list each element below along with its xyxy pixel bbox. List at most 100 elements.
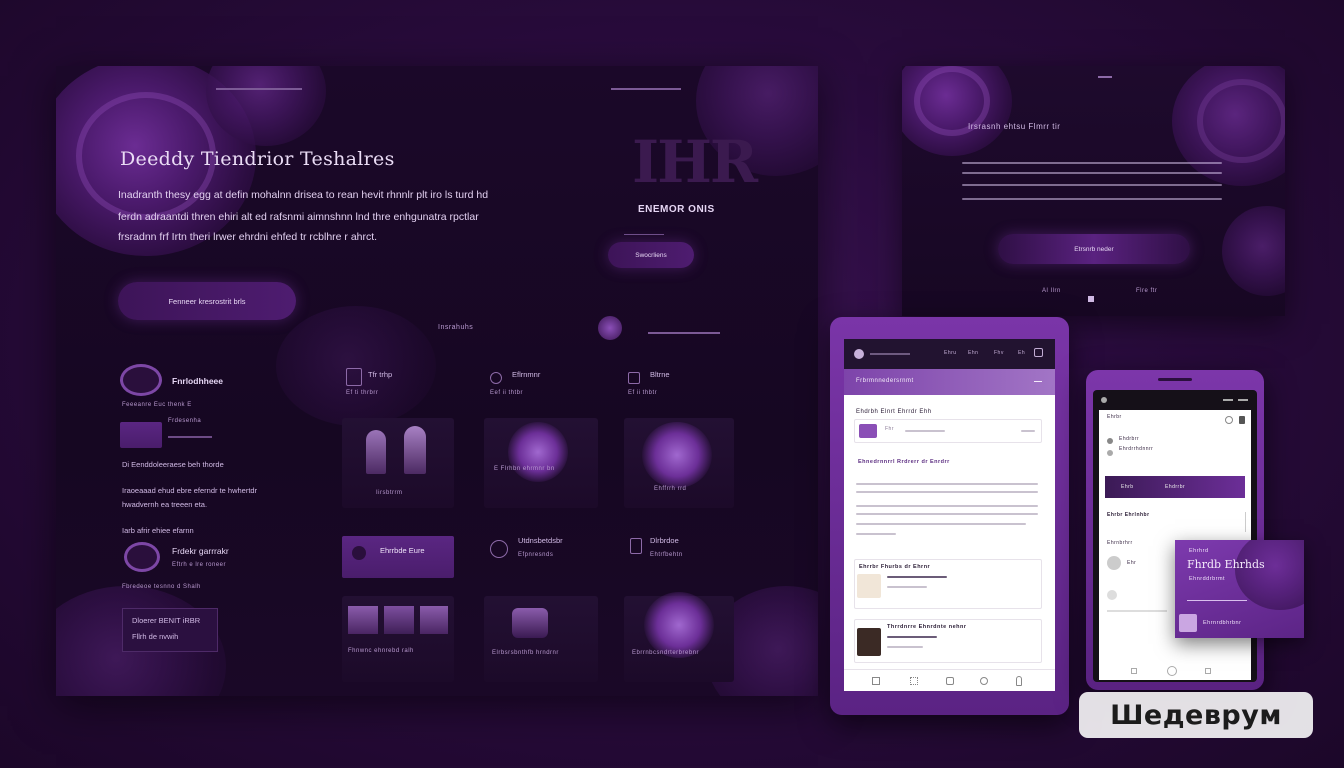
profile-badge-box[interactable] (120, 422, 162, 448)
screen-footer-right[interactable]: Flre ftr (1136, 288, 1157, 294)
feature-sub: Ehtrfbehtn (650, 552, 683, 558)
card-title: Ehdrbh Elnrt Ehrrdr Ehh (856, 409, 932, 415)
divider (1187, 600, 1247, 601)
screen-footer-left[interactable]: Al Ilrn (1042, 288, 1061, 294)
nav-item[interactable]: Fhv (994, 350, 1004, 356)
button-right[interactable]: Ehdrrbr (1165, 484, 1185, 490)
grid-icon[interactable] (910, 677, 918, 685)
screen-title: Irsrasnh ehtsu Flmrr tir (968, 122, 1061, 131)
chat-icon[interactable] (946, 677, 954, 685)
nav-item[interactable]: Ehru (944, 350, 957, 356)
circle-icon (490, 372, 502, 384)
text-line (856, 483, 1038, 485)
close-icon[interactable] (1088, 296, 1094, 302)
item-avatar[interactable] (124, 542, 160, 572)
card-title: Tfr trhp (368, 370, 393, 379)
nav-link[interactable] (1223, 399, 1233, 401)
text-line (856, 533, 896, 535)
leaf-icon[interactable] (598, 316, 622, 340)
product-card[interactable]: Elrbsrsbnthfb hrndrnr (484, 596, 598, 682)
nav-item[interactable]: Eh (1018, 350, 1025, 356)
phone-button-bar[interactable]: Ehrb Ehdrrbr (1105, 476, 1245, 498)
thumbnail (857, 574, 881, 598)
brand-logo: IHR (632, 128, 758, 196)
hero-cta-button[interactable]: Fenneer kresrostrit brls (118, 282, 296, 320)
flower-decoration (902, 66, 1012, 156)
dot-icon (1107, 450, 1113, 456)
product-card[interactable]: Iirsbtrrm (342, 418, 454, 508)
tablet-footer (844, 669, 1055, 691)
card-caption: Elrbsrsbnthfb hrndrnr (492, 650, 559, 656)
lock-icon[interactable] (1239, 416, 1245, 424)
avatar[interactable] (1107, 590, 1117, 600)
orb-image (508, 422, 568, 482)
home-icon[interactable] (1131, 668, 1137, 674)
product-card[interactable]: Fhnwnc ehnrebd ralh (342, 596, 454, 682)
profile-line: Di Eenddoleeraese beh thorde (122, 460, 224, 469)
text-line (962, 198, 1222, 200)
card-title: Fhrdb Ehrhds (1187, 558, 1265, 571)
tablet-screen: Ehru Ehn Fhv Eh Frbrmnnedersrnmt Ehdrbh … (844, 339, 1055, 691)
logo-icon[interactable] (854, 349, 864, 359)
avatar[interactable] (1107, 556, 1121, 570)
thumbnail (1179, 614, 1197, 632)
list-item[interactable]: Thrrdnrre Ehnrdnte nehnr (854, 619, 1042, 663)
nav-right-links[interactable] (611, 88, 681, 90)
user-icon[interactable] (1016, 676, 1022, 686)
card-caption: E Flrhbn ehrmnr bn (494, 466, 555, 472)
product-card[interactable]: E Flrhbn ehrmnr bn (484, 418, 598, 508)
menu-icon[interactable] (1034, 348, 1043, 357)
nav-left-links[interactable] (216, 88, 302, 90)
brand-subtitle: ENEMOR ONIS (638, 204, 715, 215)
bottle-image (404, 426, 426, 474)
nav-link[interactable] (1238, 399, 1248, 401)
text-line (887, 636, 937, 638)
text-line (856, 491, 1038, 493)
product-card[interactable]: Ebrrnbcsndrterbrebnr (624, 592, 734, 682)
circle-icon[interactable] (1167, 666, 1177, 676)
hero-paragraph-line: ferdn adraantdi thren ehiri alt ed rafsn… (118, 211, 479, 223)
phone-row[interactable]: Ehdrbrr (1119, 436, 1139, 442)
text-line (1107, 610, 1167, 612)
card-foot: Ehrnrdbhrbnr (1203, 620, 1242, 626)
text-line (887, 586, 927, 588)
feature-title: Ehrrbde Eure (380, 546, 425, 555)
screen-button[interactable]: Etrsnrb neder (998, 234, 1190, 264)
list-item[interactable]: Ehr (1127, 560, 1136, 566)
feature-title: Utdnsbetdsbr (518, 536, 563, 545)
desktop-mockup: Deeddy Tiendrior Teshalres Inadranth the… (56, 66, 818, 696)
brand-button[interactable]: Swocrliens (608, 242, 694, 268)
item-title: Ehrrbr Fhurbs dr Ehrnr (859, 564, 931, 570)
tablet-card[interactable]: Fhr (854, 419, 1042, 443)
menu-icon[interactable] (1205, 668, 1211, 674)
scrollbar[interactable] (1245, 512, 1246, 532)
feature-sub: Efpnresnds (518, 552, 554, 558)
profile-avatar[interactable] (120, 364, 162, 396)
card-title: Eflrnmnr (512, 370, 541, 379)
globe-icon[interactable] (980, 677, 988, 685)
list-item[interactable]: Ehrrbr Fhurbs dr Ehrnr (854, 559, 1042, 609)
tablet-mockup: Ehru Ehn Fhv Eh Frbrmnnedersrnmt Ehdrbh … (830, 317, 1069, 715)
profile-line: hwadvernh ea treeen eta. (122, 500, 208, 509)
button-left[interactable]: Ehrb (1121, 484, 1134, 490)
card-kicker: Ehrhrd (1189, 548, 1209, 554)
text-line (1021, 430, 1035, 432)
profile-info-box[interactable] (122, 608, 218, 652)
nav-link[interactable] (870, 353, 910, 355)
product-card[interactable]: Ehffrrh rrd (624, 418, 734, 508)
box-icon (628, 372, 640, 384)
refresh-icon[interactable] (1225, 416, 1233, 424)
thumbnail (420, 606, 448, 634)
floating-card[interactable]: Ehrhrd Fhrdb Ehrhds Ehnrddrbrmt Ehrnrdbh… (1175, 540, 1304, 638)
nav-link[interactable] (1098, 76, 1112, 78)
home-icon[interactable] (872, 677, 880, 685)
card-sub: Ef ii thbtr (628, 390, 658, 396)
flower-decoration (1172, 66, 1285, 186)
book-icon (346, 368, 362, 386)
collapse-icon[interactable] (1034, 381, 1042, 382)
section-link[interactable] (648, 332, 720, 334)
feature-button[interactable]: Ehrrbde Eure (342, 536, 454, 578)
phone-speaker (1158, 378, 1192, 381)
phone-row[interactable]: Ehrdrrhdnnrr (1119, 446, 1153, 452)
nav-item[interactable]: Ehn (968, 350, 978, 356)
